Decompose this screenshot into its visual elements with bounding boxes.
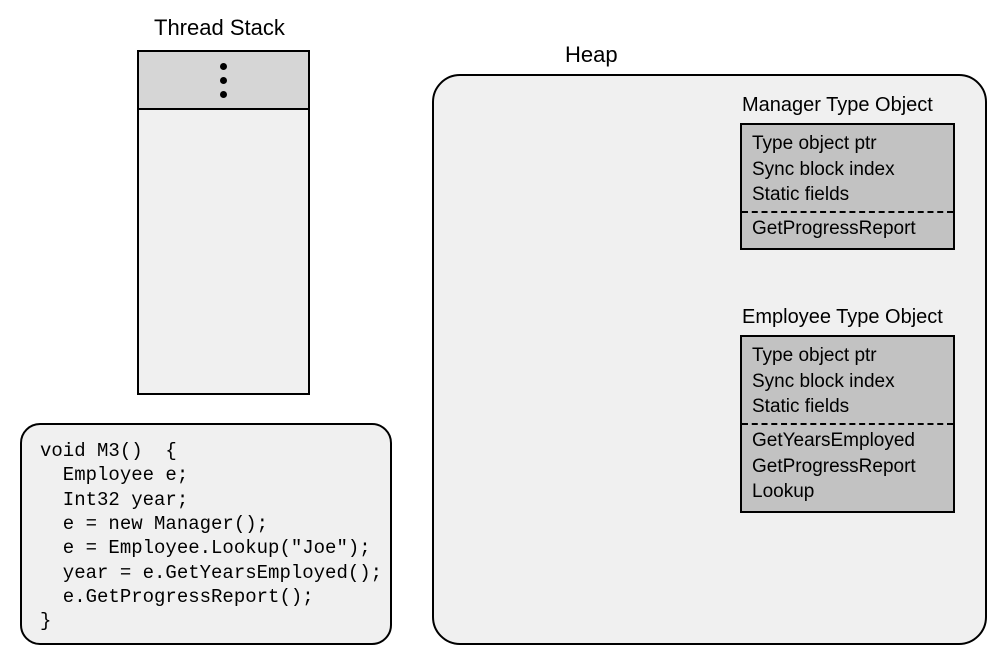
method-row: GetYearsEmployed [752,428,943,454]
code-line: e = Employee.Lookup("Joe"); [40,536,372,560]
thread-stack-box [137,50,310,395]
code-line: e = new Manager(); [40,512,372,536]
code-line: year = e.GetYearsEmployed(); [40,561,372,585]
heap-title: Heap [565,42,618,68]
code-line: } [40,609,372,633]
code-line: e.GetProgressReport(); [40,585,372,609]
separator [742,423,953,425]
method-row: GetProgressReport [752,216,943,242]
manager-type-object: Manager Type Object Type object ptr Sync… [740,94,955,250]
type-object-ptr-row: Type object ptr [752,343,943,369]
thread-stack-title: Thread Stack [154,15,285,41]
static-fields-row: Static fields [752,182,943,208]
code-box: void M3() { Employee e; Int32 year; e = … [20,423,392,645]
static-fields-row: Static fields [752,394,943,420]
sync-block-row: Sync block index [752,157,943,183]
employee-type-object: Employee Type Object Type object ptr Syn… [740,306,955,513]
employee-object-box: Type object ptr Sync block index Static … [740,335,955,513]
separator [742,211,953,213]
method-row: Lookup [752,479,943,505]
method-row: GetProgressReport [752,454,943,480]
sync-block-row: Sync block index [752,369,943,395]
employee-object-title: Employee Type Object [740,306,955,329]
stack-header [139,52,308,110]
ellipsis-dot [220,63,227,70]
ellipsis-dot [220,91,227,98]
manager-object-box: Type object ptr Sync block index Static … [740,123,955,250]
ellipsis-dot [220,77,227,84]
code-line: Int32 year; [40,488,372,512]
code-line: Employee e; [40,463,372,487]
manager-object-title: Manager Type Object [740,94,955,117]
code-line: void M3() { [40,439,372,463]
heap-box: Manager Type Object Type object ptr Sync… [432,74,987,645]
type-object-ptr-row: Type object ptr [752,131,943,157]
